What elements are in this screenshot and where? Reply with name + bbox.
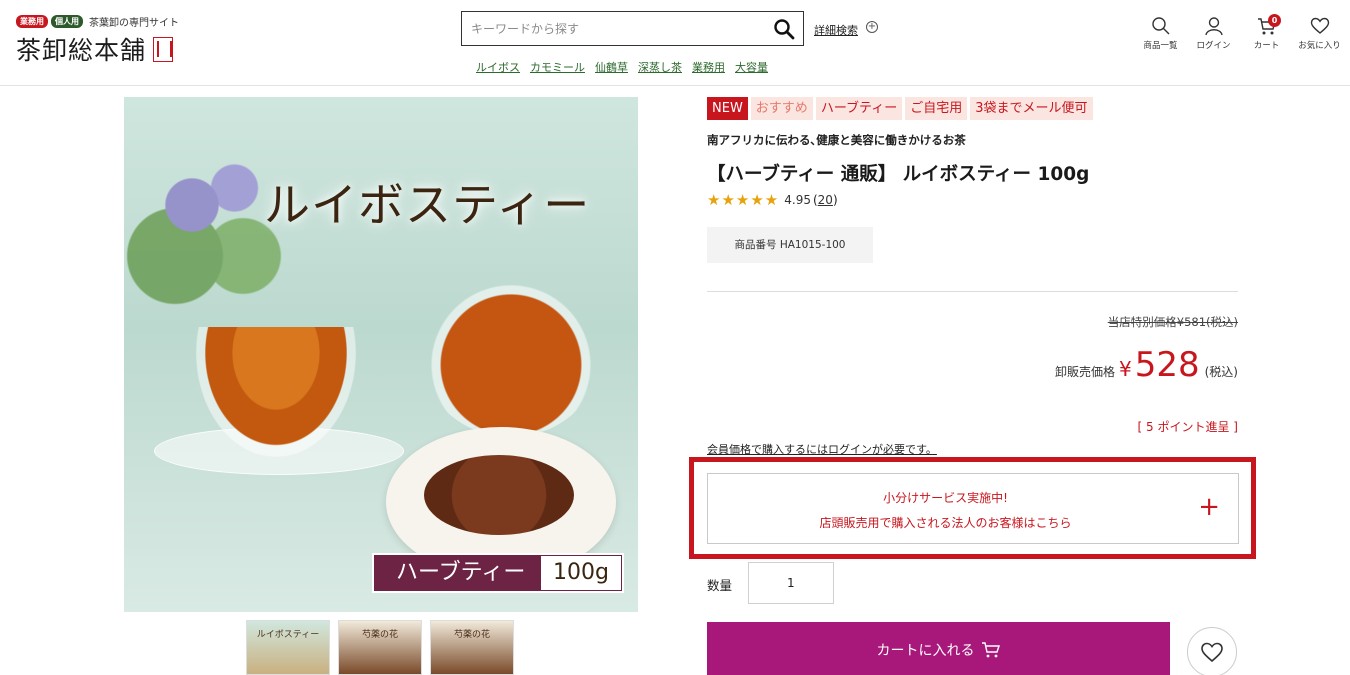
points-reward: [ 5 ポイント進呈 ] [1137, 420, 1238, 434]
cart-link[interactable]: 0 カート [1240, 14, 1293, 51]
add-to-cart-button[interactable]: カートに入れる [707, 622, 1170, 675]
currency-symbol: ¥ [1118, 357, 1132, 381]
thumbnail-3-caption: 芍薬の花 [453, 630, 490, 640]
sale-price: 528 [1134, 345, 1200, 385]
quick-link-senkakuso[interactable]: 仙鶴草 [595, 59, 628, 75]
product-tags: NEW おすすめ ハーブティー ご自宅用 3袋までメール便可 [707, 97, 1093, 120]
teapot-illustration [416, 247, 606, 437]
thumbnail-2-caption: 芍薬の花 [361, 630, 398, 640]
products-link[interactable]: 商品一覧 [1134, 16, 1187, 51]
user-icon [1204, 17, 1223, 36]
search-icon [1151, 17, 1169, 35]
product-title: 【ハーブティー 通販】 ルイボスティー 100g [707, 164, 1090, 185]
quick-link-bulk[interactable]: 大容量 [735, 59, 768, 75]
tag-mail-delivery: 3袋までメール便可 [970, 97, 1093, 120]
product-main-image[interactable]: ルイボスティー ハーブティー 100g [124, 97, 638, 612]
tax-label: (税込) [1204, 365, 1238, 379]
site-tagline: 茶葉卸の専門サイト [89, 18, 179, 29]
favorites-link[interactable]: お気に入り [1293, 16, 1346, 51]
sale-price-row: 卸販売価格 ¥ 528 (税込) [1055, 345, 1238, 385]
tag-recommended: おすすめ [750, 97, 813, 120]
member-login-link[interactable]: 会員価格で購入するにはログインが必要です。 [707, 441, 937, 457]
heart-icon [1310, 17, 1329, 34]
seal-icon [153, 36, 174, 62]
service-headline: 小分けサービス実施中! [883, 491, 1008, 505]
cart-icon [981, 642, 1000, 658]
product-sku: 商品番号 HA1015-100 [707, 227, 873, 263]
tag-home-use: ご自宅用 [905, 97, 968, 120]
subdivision-service-accordion[interactable]: 小分けサービス実施中! 店頭販売用で購入される法人のお客様はこちら + [707, 473, 1239, 544]
site-logo[interactable]: 業務用 個人用 茶葉卸の専門サイト 茶卸総本舗 [16, 14, 179, 67]
star-rating-icon: ★★★★★ [707, 191, 780, 209]
search-icon[interactable] [773, 18, 795, 40]
login-link[interactable]: ログイン [1187, 16, 1240, 51]
product-catchcopy: 南アフリカに伝わる､健康と美容に働きかけるお茶 [707, 133, 966, 147]
original-price: 当店特別価格¥581(税込) [1107, 315, 1238, 329]
thumbnail-1-caption: ルイボスティー [256, 630, 320, 640]
review-count-link[interactable]: 20 [818, 193, 833, 207]
quantity-input[interactable] [748, 562, 834, 604]
thumbnail-2[interactable]: 芍薬の花 [338, 620, 422, 675]
image-label-size: 100g [541, 556, 621, 590]
products-label: 商品一覧 [1143, 41, 1178, 51]
cart-label: カート [1253, 41, 1280, 51]
logo-text: 茶卸総本舗 [16, 36, 147, 65]
image-label: ハーブティー 100g [372, 553, 624, 593]
tag-new: NEW [707, 97, 748, 120]
cart-count-badge: 0 [1268, 14, 1281, 27]
tag-herbal-tea: ハーブティー [815, 97, 903, 120]
logo-badges: 業務用 個人用 茶葉卸の専門サイト [16, 14, 179, 29]
add-to-favorites-button[interactable] [1187, 627, 1237, 675]
tea-leaves-illustration [424, 455, 574, 535]
sale-price-label: 卸販売価格 [1054, 365, 1115, 379]
personal-badge: 個人用 [51, 15, 83, 28]
thumbnail-strip: ルイボスティー 芍薬の花 芍薬の花 [246, 620, 514, 675]
search-box [461, 11, 804, 46]
heart-icon [1201, 642, 1223, 663]
search-input[interactable] [462, 12, 762, 45]
product-rating: ★★★★★ 4.95 (20) [707, 191, 838, 209]
site-header: 業務用 個人用 茶葉卸の専門サイト 茶卸総本舗 詳細検索 + ルイボス カモミー… [0, 0, 1350, 86]
quick-link-rooibos[interactable]: ルイボス [476, 59, 520, 75]
service-description: 店頭販売用で購入される法人のお客様はこちら [819, 516, 1072, 530]
thumbnail-3[interactable]: 芍薬の花 [430, 620, 514, 675]
image-title: ルイボスティー [264, 178, 591, 232]
header-icons: 商品一覧 ログイン 0 カート お気に入り [1134, 14, 1346, 51]
quick-link-business[interactable]: 業務用 [692, 59, 725, 75]
quantity-label: 数量 [707, 578, 733, 593]
quick-link-chamomile[interactable]: カモミール [530, 59, 585, 75]
advanced-search-link[interactable]: 詳細検索 [814, 22, 858, 38]
rating-score: 4.95 [784, 193, 811, 207]
login-label: ログイン [1196, 41, 1231, 51]
quick-links: ルイボス カモミール 仙鶴草 深蒸し茶 業務用 大容量 [476, 59, 768, 75]
image-label-category: ハーブティー [396, 560, 526, 585]
divider [707, 291, 1238, 292]
plus-circle-icon[interactable]: + [866, 21, 878, 33]
add-to-cart-label: カートに入れる [876, 643, 975, 659]
thumbnail-1[interactable]: ルイボスティー [246, 620, 330, 675]
logo-wordmark: 茶卸総本舗 [16, 31, 179, 67]
review-close-paren: ) [832, 193, 838, 207]
favorites-label: お気に入り [1298, 41, 1341, 51]
quick-link-fukamushi[interactable]: 深蒸し茶 [638, 59, 682, 75]
expand-plus-icon[interactable]: + [1198, 492, 1220, 522]
business-badge: 業務用 [16, 15, 48, 28]
